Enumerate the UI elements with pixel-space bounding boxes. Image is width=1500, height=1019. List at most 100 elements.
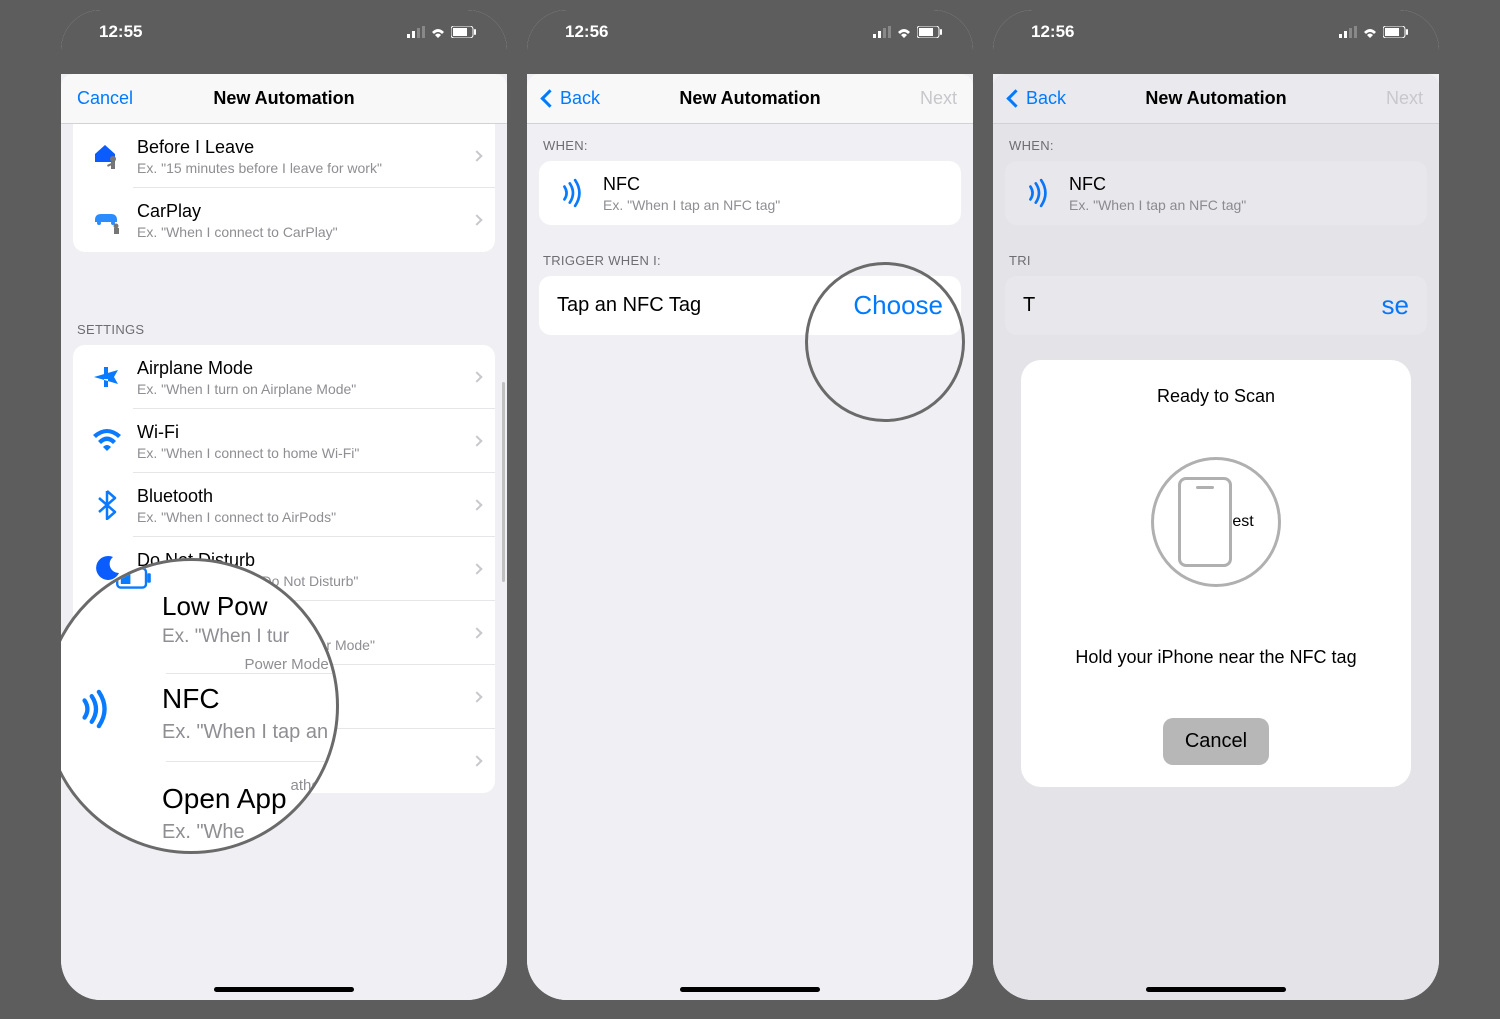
home-indicator[interactable] <box>214 987 354 992</box>
row-title: Open App <box>137 742 473 763</box>
nfc-icon <box>87 677 127 717</box>
content[interactable]: Before I Leave Ex. "15 minutes before I … <box>61 124 507 1000</box>
nav-bar: Back New Automation Next <box>527 74 973 124</box>
chevron-right-icon <box>471 214 482 225</box>
row-title: Bluetooth <box>137 486 473 507</box>
row-subtitle: Ex. "When I open Weather" <box>137 765 473 781</box>
status-bar: 12:56 <box>527 10 973 54</box>
trigger-wifi[interactable]: Wi-Fi Ex. "When I connect to home Wi-Fi" <box>73 409 495 473</box>
trigger-bluetooth[interactable]: Bluetooth Ex. "When I connect to AirPods… <box>73 473 495 537</box>
airplane-icon <box>87 357 127 397</box>
tap-nfc-label: Tap an NFC Tag <box>557 294 701 317</box>
section-header-when: WHEN: <box>527 124 973 161</box>
trigger-carplay[interactable]: CarPlay Ex. "When I connect to CarPlay" <box>73 188 495 252</box>
row-title: Do Not Disturb <box>137 550 473 571</box>
when-nfc-row: NFC Ex. "When I tap an NFC tag" <box>1005 161 1427 225</box>
phone-screen-3: 12:56 Back New Automation Next WHEN: NFC… <box>993 10 1439 1000</box>
lowpower-icon <box>87 613 127 653</box>
choose-button[interactable]: Choose <box>853 290 943 321</box>
row-subtitle: Ex. "When I connect to CarPlay" <box>137 224 473 240</box>
row-title: Airplane Mode <box>137 358 473 379</box>
section-header-trigger: TRIGGER WHEN I: <box>527 225 973 276</box>
row-subtitle: Ex. "When I turn off Do Not Disturb" <box>137 573 473 589</box>
status-time: 12:56 <box>565 22 608 42</box>
battery-icon <box>1383 26 1409 38</box>
content: WHEN: NFC Ex. "When I tap an NFC tag" TR… <box>527 124 973 1000</box>
trigger-airplane-mode[interactable]: Airplane Mode Ex. "When I turn on Airpla… <box>73 345 495 409</box>
choose-button: se <box>1382 290 1409 321</box>
row-subtitle: Ex. "When I turn on Airplane Mode" <box>137 381 473 397</box>
trigger-before-i-leave[interactable]: Before I Leave Ex. "15 minutes before I … <box>73 124 495 188</box>
page-title: New Automation <box>679 88 820 109</box>
chevron-right-icon <box>471 755 482 766</box>
status-time: 12:55 <box>99 22 142 42</box>
carplay-icon <box>87 200 127 240</box>
row-title: CarPlay <box>137 201 473 222</box>
back-button[interactable]: Back <box>1009 88 1079 109</box>
tap-nfc-label: T <box>1023 294 1035 317</box>
page-title: New Automation <box>1145 88 1286 109</box>
home-indicator[interactable] <box>680 987 820 992</box>
row-title: NFC <box>137 678 473 699</box>
row-subtitle: Ex. "15 minutes before I leave for work" <box>137 160 473 176</box>
wifi-icon <box>896 26 912 38</box>
phone-screen-1: 12:55 Cancel New Automation Before I Lea… <box>61 10 507 1000</box>
bluetooth-icon <box>87 485 127 525</box>
row-subtitle: Ex. "When I tap an NFC tag" <box>603 197 947 213</box>
back-button[interactable]: Back <box>543 88 613 109</box>
signal-icon <box>873 26 891 38</box>
row-tap-nfc-tag: Tap an NFC Tag Choose <box>539 276 961 335</box>
openapp-icon <box>87 741 127 781</box>
nfc-scan-sheet: Ready to Scan est Hold your iPhone near … <box>1021 360 1411 787</box>
status-icons <box>873 26 943 38</box>
home-indicator[interactable] <box>1146 987 1286 992</box>
row-subtitle: Ex. "When I tap an NFC tag" <box>1069 197 1413 213</box>
status-icons <box>407 26 477 38</box>
next-button[interactable]: Next <box>907 88 957 109</box>
nav-bar: Cancel New Automation <box>61 74 507 124</box>
section-header-when: WHEN: <box>993 124 1439 161</box>
cancel-button[interactable]: Cancel <box>77 88 147 109</box>
row-title: Before I Leave <box>137 137 473 158</box>
dnd-icon <box>87 549 127 589</box>
row-subtitle: Ex. "When I connect to AirPods" <box>137 509 473 525</box>
wifi-icon <box>87 421 127 461</box>
nfc-icon <box>1019 173 1059 213</box>
battery-icon <box>917 26 943 38</box>
chevron-right-icon <box>471 435 482 446</box>
phone-screen-2: 12:56 Back New Automation Next WHEN: NFC… <box>527 10 973 1000</box>
row-title: Wi-Fi <box>137 422 473 443</box>
trigger-do-not-disturb[interactable]: Do Not Disturb Ex. "When I turn off Do N… <box>73 537 495 601</box>
nav-bar: Back New Automation Next <box>993 74 1439 124</box>
chevron-right-icon <box>471 627 482 638</box>
row-tap-nfc-tag: T se <box>1005 276 1427 335</box>
sheet-message: Hold your iPhone near the NFC tag <box>1075 647 1356 668</box>
cancel-button[interactable]: Cancel <box>1163 718 1269 765</box>
sheet-title: Ready to Scan <box>1157 386 1275 407</box>
trigger-low-power-mode[interactable]: Low Power Mode Ex. "When I turn on Low P… <box>73 601 495 665</box>
trigger-open-app[interactable]: Open App Ex. "When I open Weather" <box>73 729 495 793</box>
when-nfc-row: NFC Ex. "When I tap an NFC tag" <box>539 161 961 225</box>
chevron-right-icon <box>471 691 482 702</box>
signal-icon <box>407 26 425 38</box>
nfc-icon <box>553 173 593 213</box>
signal-icon <box>1339 26 1357 38</box>
scrollbar[interactable] <box>502 382 505 582</box>
content: WHEN: NFC Ex. "When I tap an NFC tag" TR… <box>993 124 1439 1000</box>
row-title: NFC <box>1069 174 1413 195</box>
section-header-trigger: TRI <box>993 225 1439 276</box>
phone-scan-icon: est <box>1151 457 1281 587</box>
status-bar: 12:55 <box>61 10 507 54</box>
row-subtitle: Ex. "When I turn on Low Power Mode" <box>137 637 473 653</box>
home-leave-icon <box>87 136 127 176</box>
trigger-nfc[interactable]: NFC Ex. "When I tap an NFC tag" <box>73 665 495 729</box>
next-button: Next <box>1373 88 1423 109</box>
page-title: New Automation <box>213 88 354 109</box>
chevron-right-icon <box>471 150 482 161</box>
section-header-settings: SETTINGS <box>61 252 507 345</box>
row-subtitle: Ex. "When I tap an NFC tag" <box>137 701 473 717</box>
wifi-icon <box>1362 26 1378 38</box>
wifi-icon <box>430 26 446 38</box>
battery-icon <box>451 26 477 38</box>
chevron-right-icon <box>471 499 482 510</box>
